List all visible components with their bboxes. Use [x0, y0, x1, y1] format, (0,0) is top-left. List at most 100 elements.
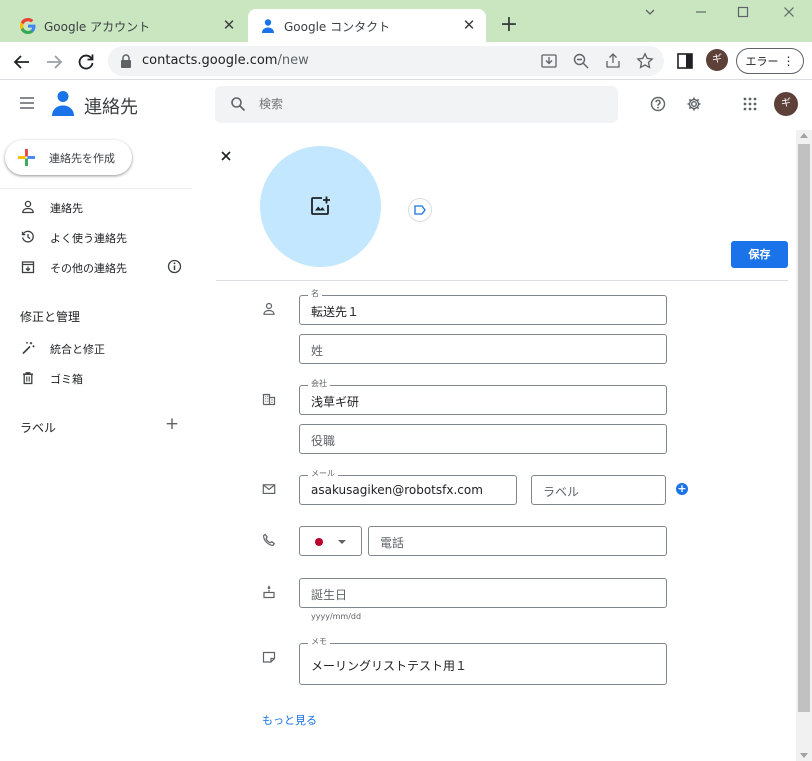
- tab-search-chevron-icon[interactable]: [638, 6, 662, 26]
- company-value: 浅草ギ研: [311, 395, 360, 409]
- url-text: contacts.google.com/new: [142, 53, 309, 68]
- last-name-placeholder: 姓: [311, 344, 324, 358]
- person-icon: [22, 200, 34, 214]
- url-host: contacts.google.com: [142, 53, 278, 68]
- sidebar-item-trash[interactable]: ゴミ箱: [0, 364, 192, 394]
- browser-tab-google-account[interactable]: Google アカウント ✕: [8, 9, 246, 42]
- sidebar-item-frequent[interactable]: よく使う連絡先: [0, 223, 192, 253]
- birthday-placeholder: 誕生日: [311, 588, 348, 602]
- browser-tab-strip: Google アカウント ✕ Google コンタクト ✕ +: [0, 0, 812, 42]
- close-form-icon[interactable]: [218, 148, 234, 164]
- settings-gear-icon[interactable]: [686, 96, 702, 112]
- search-icon[interactable]: [230, 96, 246, 112]
- job-title-field[interactable]: 役職: [299, 424, 667, 454]
- email-label: メール: [308, 469, 338, 479]
- form-divider: [216, 280, 788, 281]
- notes-label: メモ: [308, 637, 330, 647]
- add-email-plus-icon[interactable]: +: [676, 483, 688, 495]
- building-icon: [262, 393, 276, 406]
- lock-icon: [121, 54, 131, 68]
- close-tab-icon[interactable]: ✕: [460, 16, 478, 34]
- email-value: asakusagiken@robotsfx.com: [311, 483, 483, 497]
- sidebar-item-label: 連絡先: [50, 202, 83, 215]
- share-icon[interactable]: [604, 52, 622, 70]
- account-avatar[interactable]: ギ: [774, 92, 798, 116]
- japan-flag-icon: [315, 538, 323, 546]
- new-tab-plus-icon[interactable]: +: [497, 13, 521, 37]
- sidebar-item-label: その他の連絡先: [50, 262, 127, 275]
- phone-field[interactable]: 電話: [368, 526, 667, 556]
- zoom-icon[interactable]: [572, 52, 590, 70]
- help-icon[interactable]: [650, 96, 666, 112]
- bookmark-star-icon[interactable]: [636, 52, 654, 70]
- search-bar[interactable]: [215, 86, 618, 123]
- sidebar-item-merge-fix[interactable]: 統合と修正: [0, 334, 192, 364]
- google-g-icon: [20, 18, 36, 34]
- cake-icon: [263, 585, 275, 599]
- tab-title: Google アカウント: [44, 20, 151, 34]
- close-tab-icon[interactable]: ✕: [220, 16, 238, 34]
- save-button[interactable]: 保存: [731, 241, 788, 268]
- last-name-field[interactable]: 姓: [299, 334, 667, 364]
- error-button-label: エラー: [745, 55, 779, 68]
- search-input[interactable]: [259, 94, 599, 114]
- scroll-up-arrow-icon[interactable]: [800, 133, 808, 138]
- first-name-field[interactable]: 名 転送先１: [299, 289, 667, 325]
- email-label-field[interactable]: ラベル: [531, 475, 666, 505]
- sidebar-item-label: よく使う連絡先: [50, 232, 127, 245]
- show-more-link[interactable]: もっと見る: [262, 712, 317, 728]
- tab-title: Google コンタクト: [284, 20, 391, 34]
- error-button[interactable]: エラー ⋮: [736, 48, 804, 74]
- country-code-select[interactable]: [299, 526, 362, 556]
- browser-profile-avatar[interactable]: ギ: [706, 49, 728, 71]
- create-contact-button[interactable]: 連絡先を作成: [5, 140, 132, 175]
- sidebar-item-label: 統合と修正: [50, 343, 105, 356]
- forward-arrow-icon[interactable]: [43, 51, 65, 73]
- history-icon: [21, 230, 34, 243]
- job-title-placeholder: 役職: [311, 434, 336, 448]
- notes-field[interactable]: メモ メーリングリストテスト用１: [299, 637, 667, 685]
- create-contact-label: 連絡先を作成: [49, 152, 115, 165]
- magic-wand-icon: [22, 342, 35, 355]
- contacts-icon: [262, 19, 274, 33]
- label-tag-icon: [414, 205, 426, 215]
- main-menu-icon[interactable]: [19, 96, 35, 110]
- person-icon: [263, 302, 275, 315]
- back-arrow-icon[interactable]: [11, 51, 33, 73]
- install-app-icon[interactable]: [540, 52, 558, 70]
- email-field[interactable]: メール asakusagiken@robotsfx.com: [299, 469, 517, 505]
- company-field[interactable]: 会社 浅草ギ研: [299, 379, 667, 415]
- more-vert-icon: ⋮: [782, 54, 795, 68]
- sidebar-item-contacts[interactable]: 連絡先: [0, 193, 192, 223]
- first-name-label: 名: [308, 289, 322, 299]
- page-scrollbar[interactable]: [796, 130, 812, 761]
- birthday-field[interactable]: 誕生日: [299, 578, 667, 608]
- archive-icon: [21, 261, 35, 274]
- browser-toolbar: contacts.google.com/new ギ エラー ⋮: [0, 42, 812, 80]
- add-photo-icon: [311, 196, 330, 215]
- address-bar[interactable]: contacts.google.com/new: [108, 46, 664, 76]
- add-label-plus-icon[interactable]: +: [164, 416, 180, 433]
- reload-icon[interactable]: [75, 51, 97, 73]
- notes-value: メーリングリストテスト用１: [311, 659, 468, 673]
- browser-tab-google-contacts[interactable]: Google コンタクト ✕: [248, 9, 486, 42]
- maximize-icon[interactable]: [731, 6, 755, 26]
- email-label-placeholder: ラベル: [543, 485, 580, 499]
- add-label-chip[interactable]: [408, 198, 432, 222]
- sidebar-item-other-contacts[interactable]: その他の連絡先: [0, 253, 192, 283]
- scroll-down-arrow-icon[interactable]: [800, 753, 808, 758]
- scrollbar-thumb[interactable]: [798, 144, 810, 712]
- contacts-logo-icon[interactable]: [52, 90, 74, 116]
- phone-placeholder: 電話: [380, 536, 405, 550]
- minimize-icon[interactable]: [689, 6, 713, 26]
- info-icon[interactable]: [167, 259, 182, 274]
- window-close-icon[interactable]: [777, 6, 801, 26]
- url-path: /new: [277, 53, 309, 68]
- trash-icon: [23, 372, 33, 385]
- apps-grid-icon[interactable]: [742, 96, 758, 112]
- contact-photo-placeholder[interactable]: [260, 146, 381, 267]
- labels-section-title: ラベル: [20, 421, 57, 435]
- side-panel-icon[interactable]: [676, 52, 694, 70]
- dropdown-caret-icon: [338, 540, 346, 544]
- sidebar-divider: [0, 188, 192, 189]
